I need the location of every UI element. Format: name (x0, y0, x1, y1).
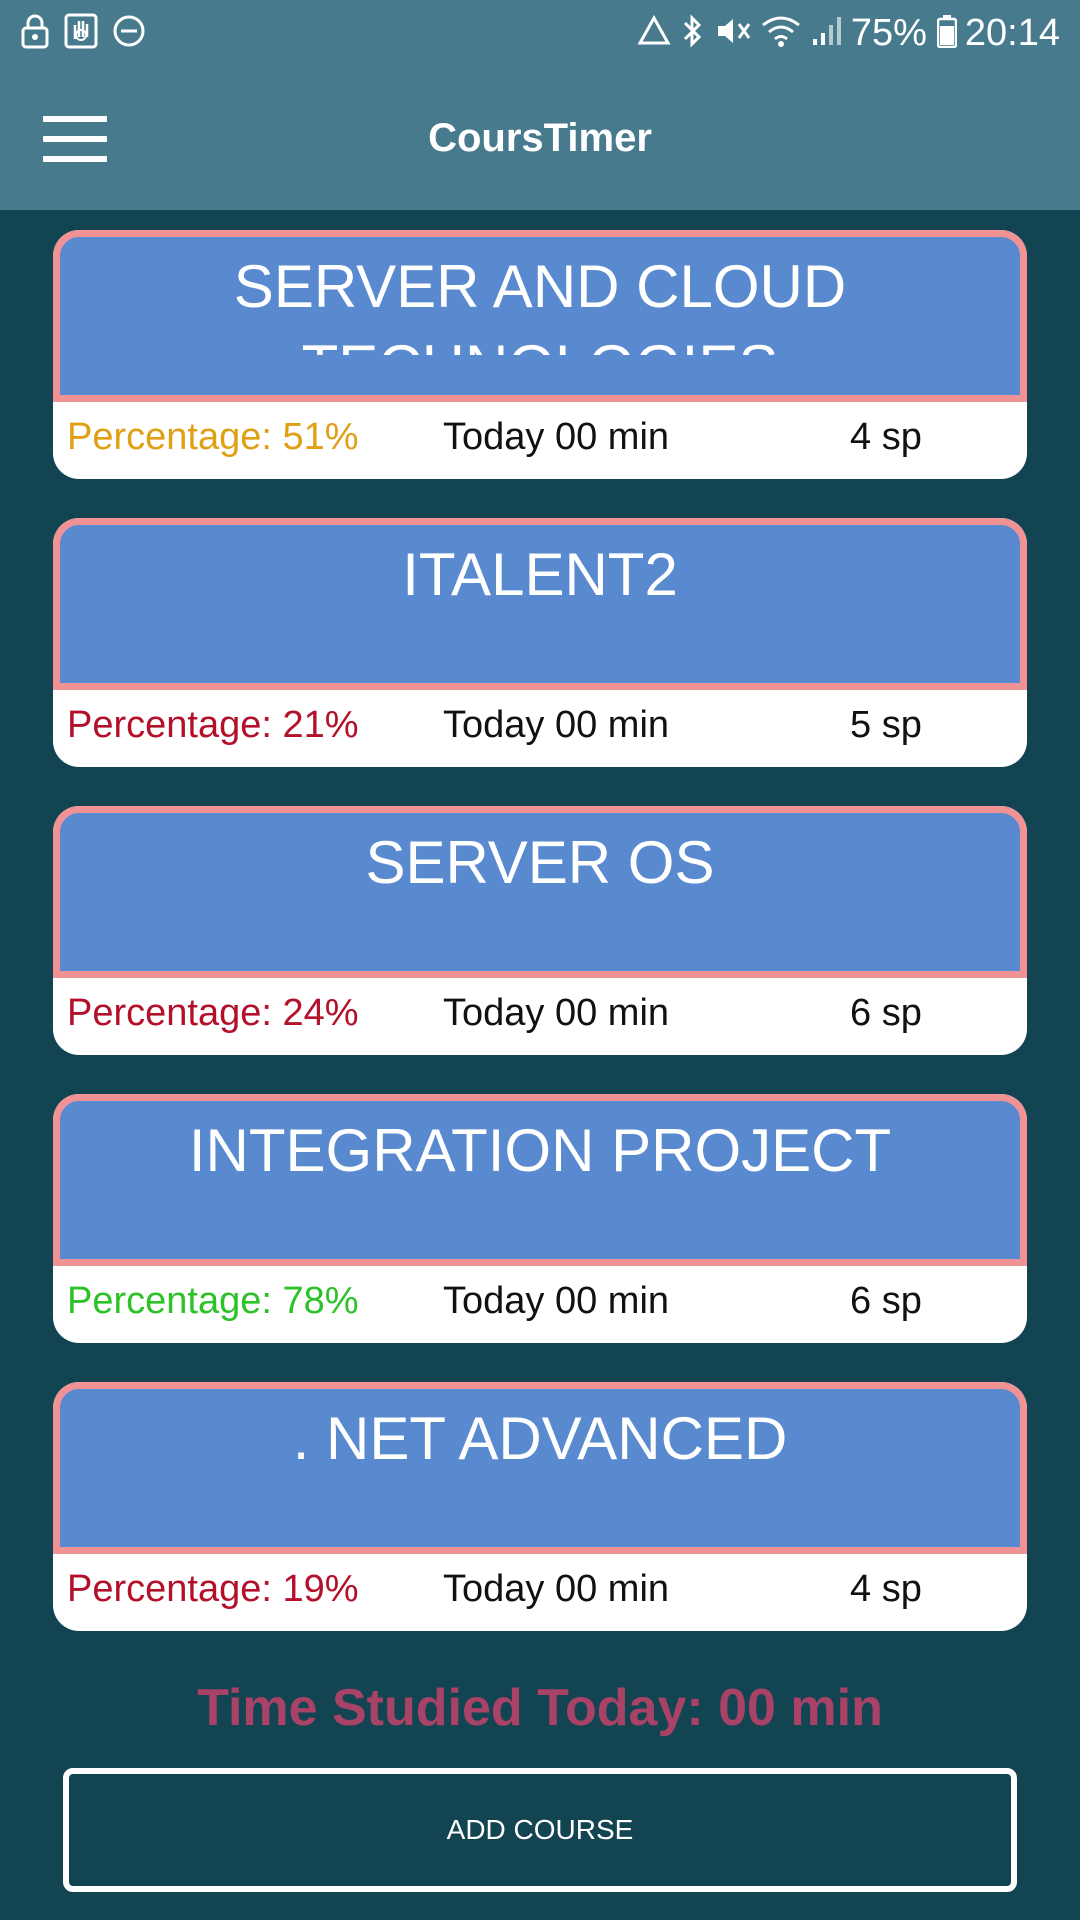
status-bar: 75% 20:14 (0, 0, 1080, 66)
course-card[interactable]: INTEGRATION PROJECT Percentage: 78% Toda… (53, 1094, 1027, 1343)
course-percentage: Percentage: 51% (67, 416, 359, 458)
course-header: ITALENT2 (53, 518, 1027, 690)
course-footer: Percentage: 78% Today 00 min 6 sp (53, 1266, 1027, 1343)
status-left-icons (20, 13, 160, 54)
bluetooth-icon (681, 13, 705, 53)
course-card[interactable]: SERVER OS Percentage: 24% Today 00 min 6… (53, 806, 1027, 1055)
course-footer: Percentage: 24% Today 00 min 6 sp (53, 978, 1027, 1055)
course-header: . NET ADVANCED (53, 1382, 1027, 1554)
course-header: INTEGRATION PROJECT (53, 1094, 1027, 1266)
course-name: SERVER OS (365, 829, 715, 896)
course-credits: 4 sp (850, 416, 922, 458)
course-header: SERVER AND CLOUD TECHNOLOGIES (53, 230, 1027, 402)
course-name: ITALENT2 (402, 541, 678, 608)
time-studied-today: Time Studied Today: 00 min (197, 1679, 883, 1737)
course-header: SERVER OS (53, 806, 1027, 978)
course-percentage: Percentage: 78% (67, 1280, 359, 1322)
wifi-icon (761, 15, 801, 52)
course-name: . NET ADVANCED (292, 1405, 788, 1472)
course-footer: Percentage: 19% Today 00 min 4 sp (53, 1554, 1027, 1631)
course-credits: 6 sp (850, 992, 922, 1034)
status-right-icons: 75% 20:14 (627, 12, 1060, 55)
course-today-time: Today 00 min (443, 1568, 670, 1610)
course-percentage: Percentage: 19% (67, 1568, 359, 1610)
lock-icon (20, 13, 50, 54)
course-today-time: Today 00 min (443, 416, 670, 458)
course-footer: Percentage: 51% Today 00 min 4 sp (53, 402, 1027, 479)
signal-icon (811, 15, 843, 52)
course-credits: 5 sp (850, 704, 922, 746)
course-today-time: Today 00 min (443, 1280, 670, 1322)
clock: 20:14 (964, 11, 1060, 54)
battery-percentage: 75% (850, 11, 927, 54)
course-percentage: Percentage: 21% (67, 704, 359, 746)
app-bar: CoursTimer (0, 66, 1080, 210)
course-today-time: Today 00 min (443, 992, 670, 1034)
app-title: CoursTimer (428, 116, 652, 160)
hand-icon (64, 13, 98, 54)
course-today-time: Today 00 min (443, 704, 670, 746)
course-card[interactable]: SERVER AND CLOUD TECHNOLOGIES Percentage… (53, 230, 1027, 479)
course-percentage: Percentage: 24% (67, 992, 359, 1034)
course-card[interactable]: ITALENT2 Percentage: 21% Today 00 min 5 … (53, 518, 1027, 767)
course-card[interactable]: . NET ADVANCED Percentage: 19% Today 00 … (53, 1382, 1027, 1631)
add-course-button[interactable]: ADD COURSE (63, 1768, 1017, 1892)
mute-icon (715, 14, 751, 53)
recycle-icon (637, 14, 671, 52)
course-credits: 4 sp (850, 1568, 922, 1610)
course-name: SERVER AND CLOUD TECHNOLOGIES (233, 253, 847, 355)
course-credits: 6 sp (850, 1280, 922, 1322)
battery-icon (936, 14, 958, 53)
dnd-icon (112, 14, 146, 53)
course-footer: Percentage: 21% Today 00 min 5 sp (53, 690, 1027, 767)
course-list: SERVER AND CLOUD TECHNOLOGIES Percentage… (53, 230, 1027, 1670)
course-name: INTEGRATION PROJECT (188, 1117, 892, 1184)
